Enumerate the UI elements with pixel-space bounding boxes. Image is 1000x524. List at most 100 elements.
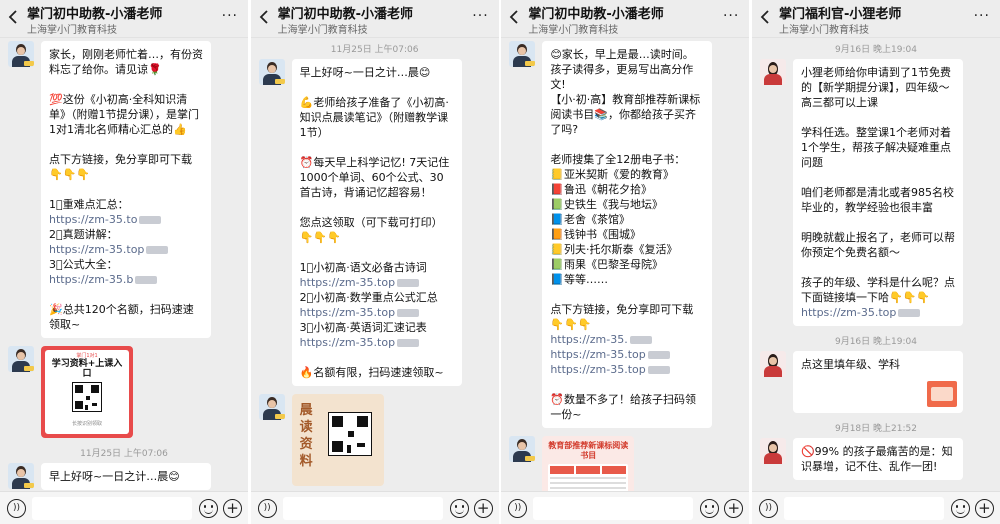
avatar[interactable] — [8, 346, 34, 372]
qr-code — [327, 412, 372, 456]
more-icon[interactable]: ··· — [974, 8, 990, 24]
message-input[interactable] — [533, 497, 694, 520]
message-bubble[interactable]: 家长，刚刚老师忙着…，有份资料忘了给你。请见谅🌹 💯这份《小初高·全科知识清单》… — [41, 41, 211, 338]
message: 早上好呀~一日之计…晨😊 — [8, 463, 248, 490]
back-arrow-icon[interactable] — [760, 9, 772, 25]
message: 掌门1对1 学习资料+上课入口 长按识别领取 — [8, 346, 248, 438]
chat-panel: 掌门初中助教-小潘老师 上海掌小门教育科技 ··· 家长，刚刚老师忙着…，有份资… — [0, 0, 248, 524]
message: 😊家长，早上是最…读时间。孩子读得多，更易写出高分作文! 【小·初·高】教育部推… — [509, 41, 749, 428]
chat-subtitle: 上海掌小门教育科技 — [528, 25, 619, 36]
message-list[interactable]: 😊家长，早上是最…读时间。孩子读得多，更易写出高分作文! 【小·初·高】教育部推… — [501, 38, 749, 491]
message: 小狸老师给你申请到了1节免费的【新学期提分课】，四年级～高三都可以上课 学科任选… — [759, 59, 1000, 326]
message-list[interactable]: 9月16日 晚上19:04 小狸老师给你申请到了1节免费的【新学期提分课】，四年… — [752, 38, 1000, 491]
link[interactable]: https://zm-35.to — [49, 212, 203, 227]
back-arrow-icon[interactable] — [509, 9, 521, 25]
timestamp: 9月18日 晚上21:52 — [834, 424, 917, 434]
card-title: 教育部推荐新课标阅读书目 — [548, 441, 629, 460]
timestamp: 11月25日 上午07:06 — [80, 449, 168, 459]
qr-code — [72, 382, 102, 412]
message-bubble[interactable]: 早上好呀~一日之计…晨😊 — [41, 463, 211, 490]
input-bar: )) + — [250, 491, 499, 524]
link[interactable]: https://zm-35. — [550, 332, 704, 347]
message: 晨读资料 — [258, 394, 499, 486]
avatar[interactable] — [8, 463, 34, 489]
plus-icon[interactable]: + — [223, 499, 242, 518]
voice-icon[interactable]: )) — [508, 499, 528, 518]
input-bar: )) + — [0, 491, 248, 524]
chat-title: 掌门初中助教-小潘老师 — [27, 7, 163, 22]
more-icon[interactable]: ··· — [472, 8, 488, 24]
chat-header: 掌门初中助教-小潘老师 上海掌小门教育科技 ··· — [250, 0, 499, 38]
chat-panel: 掌门初中助教-小潘老师 上海掌小门教育科技 ··· 11月25日 上午07:06… — [250, 0, 499, 524]
qr-card[interactable]: 晨读资料 — [291, 394, 384, 486]
chat-header: 掌门初中助教-小潘老师 上海掌小门教育科技 ··· — [501, 0, 750, 38]
message-input[interactable] — [32, 497, 192, 520]
avatar[interactable] — [759, 438, 786, 464]
message: 🚫99% 的孩子最痛苦的是：知识暴增，记不住、乱作一团! — [759, 438, 1000, 480]
plus-icon[interactable]: + — [974, 499, 994, 518]
link[interactable]: https://zm-35.top — [550, 347, 704, 362]
chat-panel: 掌门初中助教-小潘老师 上海掌小门教育科技 ··· 😊家长，早上是最…读时间。孩… — [501, 0, 750, 524]
avatar[interactable] — [509, 41, 536, 67]
card-title: 学习资料+上课入口 — [51, 359, 123, 379]
chat-header: 掌门福利官-小狸老师 上海掌小门教育科技 ··· — [751, 0, 1000, 38]
back-arrow-icon[interactable] — [259, 9, 271, 25]
message-bubble[interactable]: 😊家长，早上是最…读时间。孩子读得多，更易写出高分作文! 【小·初·高】教育部推… — [542, 41, 713, 428]
message: 家长，刚刚老师忙着…，有份资料忘了给你。请见谅🌹 💯这份《小初高·全科知识清单》… — [8, 41, 248, 338]
avatar[interactable] — [759, 351, 786, 377]
message: 教育部推荐新课标阅读书目 — [509, 436, 749, 491]
chat-title: 掌门福利官-小狸老师 — [778, 7, 902, 22]
message-bubble[interactable]: 🚫99% 的孩子最痛苦的是：知识暴增，记不住、乱作一团! — [792, 438, 963, 480]
chat-subtitle: 上海掌小门教育科技 — [778, 25, 869, 36]
voice-icon[interactable]: )) — [7, 499, 26, 518]
timestamp: 11月25日 上午07:06 — [330, 45, 419, 55]
message: 点这里填年级、学科 — [759, 351, 1000, 413]
link[interactable]: https://zm-35.top — [300, 305, 454, 320]
message-list[interactable]: 家长，刚刚老师忙着…，有份资料忘了给你。请见谅🌹 💯这份《小初高·全科知识清单》… — [0, 38, 248, 491]
booklist-card[interactable]: 教育部推荐新课标阅读书目 — [542, 436, 635, 491]
emoji-icon[interactable] — [199, 499, 218, 518]
card-title: 晨读资料 — [299, 403, 313, 469]
chat-header: 掌门初中助教-小潘老师 上海掌小门教育科技 ··· — [0, 0, 248, 38]
plus-icon[interactable]: + — [473, 499, 493, 518]
card-caption: 长按识别领取 — [71, 421, 102, 427]
emoji-icon[interactable] — [700, 499, 720, 518]
chat-title: 掌门初中助教-小潘老师 — [528, 7, 664, 22]
avatar[interactable] — [509, 436, 536, 462]
emoji-icon[interactable] — [449, 499, 469, 518]
qr-card[interactable]: 掌门1对1 学习资料+上课入口 长按识别领取 — [41, 346, 133, 438]
card-badge: 掌门1对1 — [76, 353, 98, 359]
chat-subtitle: 上海掌小门教育科技 — [277, 25, 368, 36]
avatar[interactable] — [8, 41, 34, 67]
more-icon[interactable]: ··· — [723, 8, 739, 24]
chat-title: 掌门初中助教-小潘老师 — [277, 7, 414, 22]
link-card[interactable]: 点这里填年级、学科 — [792, 351, 963, 413]
message-input[interactable] — [783, 497, 944, 520]
input-bar: )) + — [751, 491, 1000, 524]
chat-subtitle: 上海掌小门教育科技 — [27, 25, 117, 36]
voice-icon[interactable]: )) — [257, 499, 277, 518]
voice-icon[interactable]: )) — [758, 499, 778, 518]
avatar[interactable] — [258, 394, 285, 420]
timestamp: 9月16日 晚上19:04 — [834, 45, 917, 55]
link[interactable]: https://zm-35.top — [49, 242, 203, 257]
link[interactable]: https://zm-35.b — [49, 272, 203, 287]
message-bubble[interactable]: 早上好呀~一日之计…晨😊 💪老师给孩子准备了《小初高·知识点晨读笔记》（附赠教学… — [291, 59, 462, 386]
avatar[interactable] — [258, 59, 285, 85]
link[interactable]: https://zm-35.top — [300, 335, 454, 350]
message-input[interactable] — [282, 497, 443, 520]
link[interactable]: https://zm-35.top — [300, 275, 454, 290]
link-card-thumbnail — [926, 381, 957, 407]
avatar[interactable] — [759, 59, 786, 85]
plus-icon[interactable]: + — [724, 499, 744, 518]
message-list[interactable]: 11月25日 上午07:06 早上好呀~一日之计…晨😊 💪老师给孩子准备了《小初… — [251, 38, 499, 491]
message: 早上好呀~一日之计…晨😊 💪老师给孩子准备了《小初高·知识点晨读笔记》（附赠教学… — [258, 59, 499, 386]
chat-panel: 掌门福利官-小狸老师 上海掌小门教育科技 ··· 9月16日 晚上19:04 小… — [751, 0, 1000, 524]
message-bubble[interactable]: 小狸老师给你申请到了1节免费的【新学期提分课】，四年级～高三都可以上课 学科任选… — [792, 59, 963, 326]
back-arrow-icon[interactable] — [8, 9, 20, 25]
input-bar: )) + — [501, 491, 750, 524]
emoji-icon[interactable] — [950, 499, 970, 518]
more-icon[interactable]: ··· — [222, 8, 238, 24]
link[interactable]: https://zm-35.top — [550, 362, 704, 377]
link[interactable]: https://zm-35.top — [801, 305, 955, 320]
